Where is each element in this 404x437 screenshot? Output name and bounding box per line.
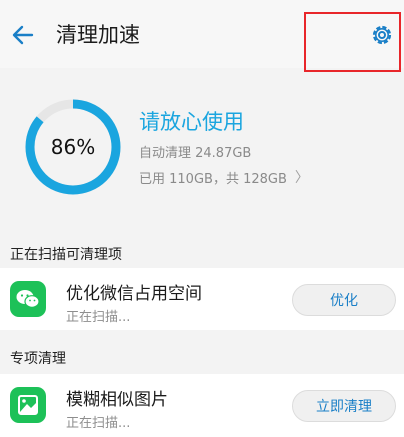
auto-clean-text: 自动清理 24.87GB [139, 146, 252, 161]
item-status: 正在扫描... [66, 310, 131, 325]
wechat-icon [10, 281, 46, 317]
usage-ring: 86% [22, 96, 124, 198]
image-icon [10, 387, 46, 423]
usage-percent: 86% [50, 135, 96, 159]
clean-now-button[interactable]: 立即清理 [292, 390, 396, 422]
storage-info-link[interactable]: 已用 110GB，共 128GB 〉 [139, 167, 309, 187]
item-title: 优化微信占用空间 [66, 284, 202, 304]
highlight-box [304, 12, 401, 72]
back-button[interactable] [6, 18, 40, 52]
list-item[interactable]: 优化微信占用空间 正在扫描... 优化 [0, 268, 404, 330]
back-arrow-icon [12, 25, 34, 45]
optimize-button[interactable]: 优化 [292, 284, 396, 316]
section-label-scanning: 正在扫描可清理项 [10, 247, 122, 263]
item-status: 正在扫描... [66, 416, 131, 431]
list-item[interactable]: 模糊相似图片 正在扫描... 立即清理 [0, 374, 404, 437]
item-title: 模糊相似图片 [66, 390, 168, 410]
section-label-special: 专项清理 [10, 351, 66, 367]
storage-summary: 86% 请放心使用 自动清理 24.87GB 已用 110GB，共 128GB … [0, 76, 404, 228]
chevron-right-icon: 〉 [294, 170, 309, 186]
page-title: 清理加速 [56, 23, 140, 47]
status-title: 请放心使用 [139, 110, 244, 134]
storage-info-text: 已用 110GB，共 128GB [139, 171, 287, 187]
